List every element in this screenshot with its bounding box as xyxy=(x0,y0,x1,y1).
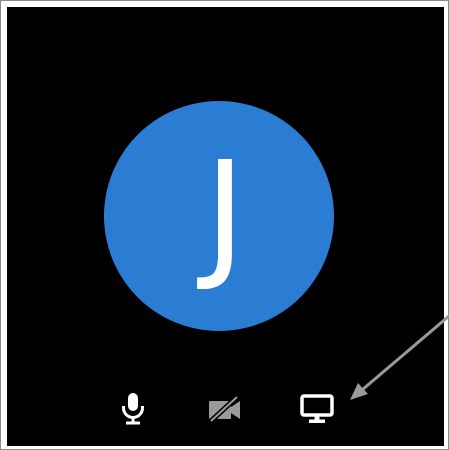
avatar: J xyxy=(104,101,334,331)
participant-video-tile: J xyxy=(7,7,444,446)
microphone-button[interactable] xyxy=(111,387,155,431)
screenshot-frame: J xyxy=(0,0,449,450)
microphone-icon xyxy=(122,393,144,425)
call-controls-bar xyxy=(7,387,444,431)
camera-toggle-button[interactable] xyxy=(203,387,247,431)
video-off-icon xyxy=(209,395,240,423)
screen-share-button[interactable] xyxy=(295,387,339,431)
avatar-initial: J xyxy=(204,132,246,295)
screen-share-icon xyxy=(300,394,334,423)
